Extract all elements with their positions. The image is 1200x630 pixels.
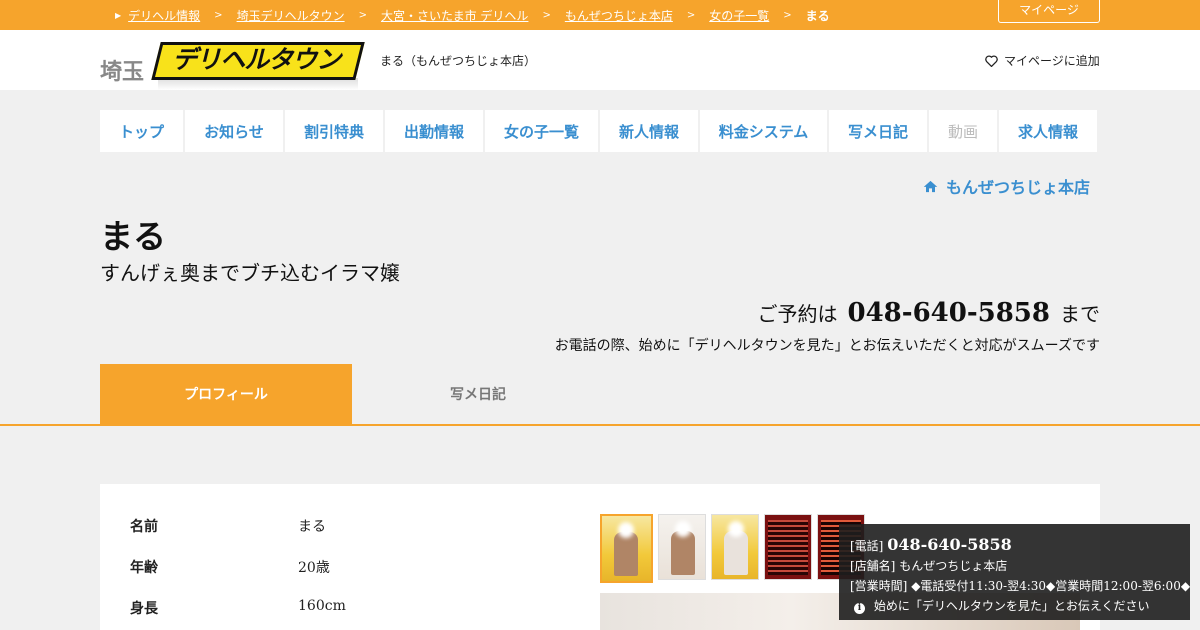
popup-note: 始めに「デリヘルタウンを見た」とお伝えください — [873, 599, 1150, 613]
profile-key: 年齢 — [130, 560, 158, 576]
breadcrumb-link-info[interactable]: デリヘル情報 — [128, 7, 200, 24]
site-logo[interactable]: 埼玉 デリヘルタウン — [100, 38, 365, 90]
nav-recruit[interactable]: 求人情報 — [999, 110, 1097, 152]
photo-thumbnail[interactable] — [711, 514, 759, 580]
popup-hours-line: [営業時間] ◆電話受付11:30-翌4:30◆営業時間12:00-翌6:00◆ — [850, 577, 1190, 594]
nav-price[interactable]: 料金システム — [700, 110, 827, 152]
photo-thumbnail[interactable] — [600, 514, 653, 583]
profile-key: 名前 — [130, 519, 158, 535]
tab-profile[interactable]: プロフィール — [100, 364, 352, 424]
add-mypage-button[interactable]: マイページに追加 — [985, 52, 1100, 69]
heart-icon — [985, 54, 998, 67]
mypage-button[interactable]: マイページ — [998, 0, 1100, 23]
main-nav: トップ お知らせ 割引特典 出勤情報 女の子一覧 新人情報 料金システム 写メ日… — [100, 110, 1099, 152]
breadcrumb-link-girls[interactable]: 女の子一覧 — [709, 7, 769, 24]
profile-value: まる — [298, 519, 326, 535]
shop-caption: まる（もんぜつちじょ本店） — [380, 54, 537, 68]
girl-name: まる — [100, 217, 166, 256]
breadcrumb-current: まる — [805, 9, 830, 23]
nav-girls[interactable]: 女の子一覧 — [485, 110, 598, 152]
photo-face-blur — [728, 521, 744, 537]
nav-schedule[interactable]: 出勤情報 — [385, 110, 483, 152]
reservation-tel[interactable]: 048-640-5858 — [848, 298, 1051, 328]
photo-thumbnail[interactable] — [658, 514, 706, 580]
reservation-prefix: ご予約は — [757, 302, 838, 326]
breadcrumb-separator: > — [358, 10, 367, 21]
photo-figure — [671, 531, 695, 575]
profile-key: 身長 — [130, 601, 158, 617]
logo-mark: デリヘルタウン — [151, 40, 365, 90]
shop-home-label: もんぜつちじょ本店 — [945, 178, 1090, 197]
logo-text: デリヘルタウン — [151, 42, 365, 80]
photo-face-blur — [675, 521, 691, 537]
reservation-suffix: まで — [1060, 302, 1100, 326]
breadcrumb-separator: > — [214, 10, 223, 21]
contact-popup: [電話] 048-640-5858 [店舗名] もんぜつちじょ本店 [営業時間]… — [839, 524, 1190, 620]
breadcrumb-link-shop[interactable]: もんぜつちじょ本店 — [565, 7, 673, 24]
profile-row: 年齢 20歳 — [130, 557, 330, 577]
profile-value: 160cm — [298, 598, 346, 614]
breadcrumb-separator: > — [686, 10, 696, 21]
profile-row: 身長 160cm — [130, 598, 346, 618]
popup-tel[interactable]: 048-640-5858 — [887, 535, 1012, 554]
popup-tel-line: [電話] 048-640-5858 — [850, 535, 1190, 554]
tabs-underline — [0, 424, 1200, 426]
popup-note-line: i 始めに「デリヘルタウンを見た」とお伝えください — [850, 597, 1190, 614]
profile-row: 名前 まる — [130, 516, 326, 536]
info-icon: i — [854, 603, 865, 614]
reservation-line: ご予約は 048-640-5858 まで — [758, 298, 1101, 328]
girl-catchphrase: すんげぇ奥までブチ込むイラマ嬢 — [100, 261, 400, 285]
photo-figure — [614, 532, 638, 576]
nav-newcomers[interactable]: 新人情報 — [600, 110, 698, 152]
nav-top[interactable]: トップ — [100, 110, 183, 152]
popup-shop-label: [店舗名] — [850, 559, 896, 573]
popup-tel-label: [電話] — [850, 539, 884, 553]
nav-diary[interactable]: 写メ日記 — [829, 110, 927, 152]
nav-video: 動画 — [929, 110, 997, 152]
popup-shop: もんぜつちじょ本店 — [899, 559, 1008, 573]
breadcrumb-separator: > — [542, 10, 551, 21]
breadcrumb-bar: ▶ デリヘル情報 > 埼玉デリヘルタウン > 大宮・さいたま市 デリヘル > も… — [0, 0, 1200, 30]
logo-prefecture: 埼玉 — [100, 60, 145, 85]
tab-diary[interactable]: 写メ日記 — [352, 364, 604, 424]
site-header: 埼玉 デリヘルタウン まる（もんぜつちじょ本店） マイページに追加 — [0, 30, 1200, 90]
profile-value: 20歳 — [298, 560, 330, 576]
triangle-right-icon: ▶ — [115, 11, 122, 20]
breadcrumb-link-area[interactable]: 大宮・さいたま市 デリヘル — [381, 7, 528, 24]
breadcrumb-link-saitama[interactable]: 埼玉デリヘルタウン — [237, 7, 345, 24]
breadcrumb-separator: > — [783, 10, 792, 21]
nav-news[interactable]: お知らせ — [185, 110, 283, 152]
breadcrumb: ▶ デリヘル情報 > 埼玉デリヘルタウン > 大宮・さいたま市 デリヘル > も… — [115, 7, 830, 24]
shop-home-link[interactable]: もんぜつちじょ本店 — [923, 174, 1090, 198]
photo-face-blur — [618, 522, 634, 538]
popup-hours-label: [営業時間] — [850, 579, 908, 593]
popup-hours: ◆電話受付11:30-翌4:30◆営業時間12:00-翌6:00◆ — [911, 579, 1191, 593]
reservation-note: お電話の際、始めに「デリヘルタウンを見た」とお伝えいただくと対応がスムーズです — [554, 338, 1100, 354]
price-menu-thumbnail[interactable] — [764, 514, 812, 580]
add-mypage-label: マイページに追加 — [1004, 54, 1100, 68]
price-menu-lines — [768, 520, 808, 575]
home-icon — [923, 180, 938, 192]
popup-shop-line: [店舗名] もんぜつちじょ本店 — [850, 557, 1190, 574]
nav-discount[interactable]: 割引特典 — [285, 110, 383, 152]
photo-figure — [724, 531, 748, 575]
photo-thumbnails — [600, 514, 865, 583]
